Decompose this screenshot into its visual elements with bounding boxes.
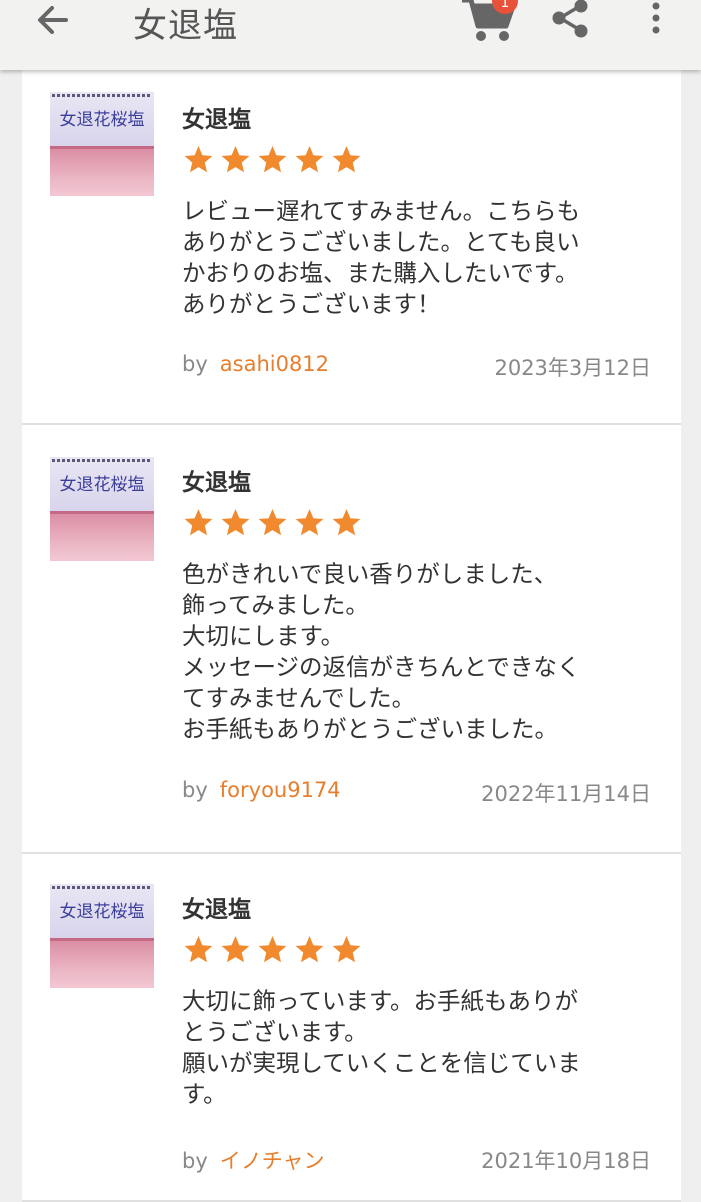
review-body: 色がきれいで良い香りがしました、 飾ってみました。 大切にします。 メッセージの… bbox=[182, 559, 652, 745]
review-date: 2022年11月14日 bbox=[481, 782, 651, 806]
review-body: 大切に飾っています。お手紙もありが とうございます。 願いが実現していくことを信… bbox=[182, 986, 652, 1110]
review-line: 飾ってみました。 bbox=[182, 591, 369, 619]
star-rating bbox=[182, 934, 363, 966]
review-list: 女退花桜塩 女退塩 レビュー遅れてすみません。こちらも ありがとうございました。… bbox=[22, 70, 681, 1202]
star-rating bbox=[182, 507, 363, 539]
star-icon bbox=[184, 509, 213, 536]
by-label: by bbox=[182, 352, 208, 376]
review-title: 女退塩 bbox=[182, 470, 251, 496]
star-icon bbox=[295, 509, 324, 536]
back-arrow-icon[interactable] bbox=[30, 0, 74, 44]
review-body: レビュー遅れてすみません。こちらも ありがとうございました。とても良い かおりの… bbox=[182, 196, 652, 320]
product-thumbnail: 女退花桜塩 bbox=[50, 457, 154, 561]
review-line: かおりのお塩、また購入したいです。 bbox=[182, 259, 579, 287]
star-icon bbox=[184, 936, 213, 963]
review-byline: by foryou9174 bbox=[182, 778, 341, 802]
reviewer-name[interactable]: イノチャン bbox=[220, 1149, 325, 1173]
reviewer-name[interactable]: asahi0812 bbox=[220, 352, 329, 376]
star-icon bbox=[184, 146, 213, 173]
product-thumbnail: 女退花桜塩 bbox=[50, 92, 154, 196]
thumbnail-label: 女退花桜塩 bbox=[59, 110, 145, 130]
review-card[interactable]: 女退花桜塩 女退塩 レビュー遅れてすみません。こちらも ありがとうございました。… bbox=[22, 70, 681, 425]
review-title: 女退塩 bbox=[182, 107, 251, 133]
star-icon bbox=[295, 146, 324, 173]
review-card[interactable]: 女退花桜塩 女退塩 大切に飾っています。お手紙もありが とうございます。 願いが… bbox=[22, 854, 681, 1202]
review-title: 女退塩 bbox=[182, 897, 251, 923]
star-icon bbox=[221, 936, 250, 963]
star-icon bbox=[258, 146, 287, 173]
review-line: 願いが実現していくことを信じていま bbox=[182, 1049, 581, 1077]
by-label: by bbox=[182, 778, 208, 802]
star-icon bbox=[258, 509, 287, 536]
star-icon bbox=[258, 936, 287, 963]
review-card[interactable]: 女退花桜塩 女退塩 色がきれいで良い香りがしました、 飾ってみました。 大切にし… bbox=[22, 425, 681, 854]
reviewer-name[interactable]: foryou9174 bbox=[220, 778, 341, 802]
star-icon bbox=[332, 146, 361, 173]
star-icon bbox=[295, 936, 324, 963]
star-icon bbox=[332, 509, 361, 536]
review-line: 色がきれいで良い香りがしました、 bbox=[182, 560, 558, 588]
thumbnail-label: 女退花桜塩 bbox=[59, 902, 145, 922]
review-line: 大切にします。 bbox=[182, 622, 345, 650]
more-vert-icon[interactable] bbox=[644, 0, 668, 38]
star-rating bbox=[182, 144, 363, 176]
star-icon bbox=[221, 509, 250, 536]
review-byline: by asahi0812 bbox=[182, 352, 329, 376]
review-line: 大切に飾っています。お手紙もありが bbox=[182, 987, 578, 1015]
review-line: メッセージの返信がきちんとできなく bbox=[182, 653, 581, 681]
share-icon[interactable] bbox=[548, 0, 592, 40]
by-label: by bbox=[182, 1149, 208, 1173]
page-title: 女退塩 bbox=[133, 6, 238, 46]
review-byline: by イノチャン bbox=[182, 1145, 325, 1175]
review-line: とうございます。 bbox=[182, 1018, 368, 1046]
review-line: ありがとうございました。とても良い bbox=[182, 228, 580, 256]
thumbnail-label: 女退花桜塩 bbox=[59, 475, 145, 495]
star-icon bbox=[332, 936, 361, 963]
product-thumbnail: 女退花桜塩 bbox=[50, 884, 154, 988]
review-line: てすみませんでした。 bbox=[182, 684, 416, 712]
review-date: 2023年3月12日 bbox=[494, 356, 651, 380]
review-line: す。 bbox=[182, 1080, 227, 1108]
app-bar: 女退塩 1 bbox=[0, 0, 701, 70]
review-line: レビュー遅れてすみません。こちらも bbox=[182, 197, 581, 225]
star-icon bbox=[221, 146, 250, 173]
review-line: ありがとうございます！ bbox=[182, 290, 441, 318]
review-date: 2021年10月18日 bbox=[481, 1149, 651, 1173]
review-line: お手紙もありがとうございました。 bbox=[182, 715, 558, 743]
